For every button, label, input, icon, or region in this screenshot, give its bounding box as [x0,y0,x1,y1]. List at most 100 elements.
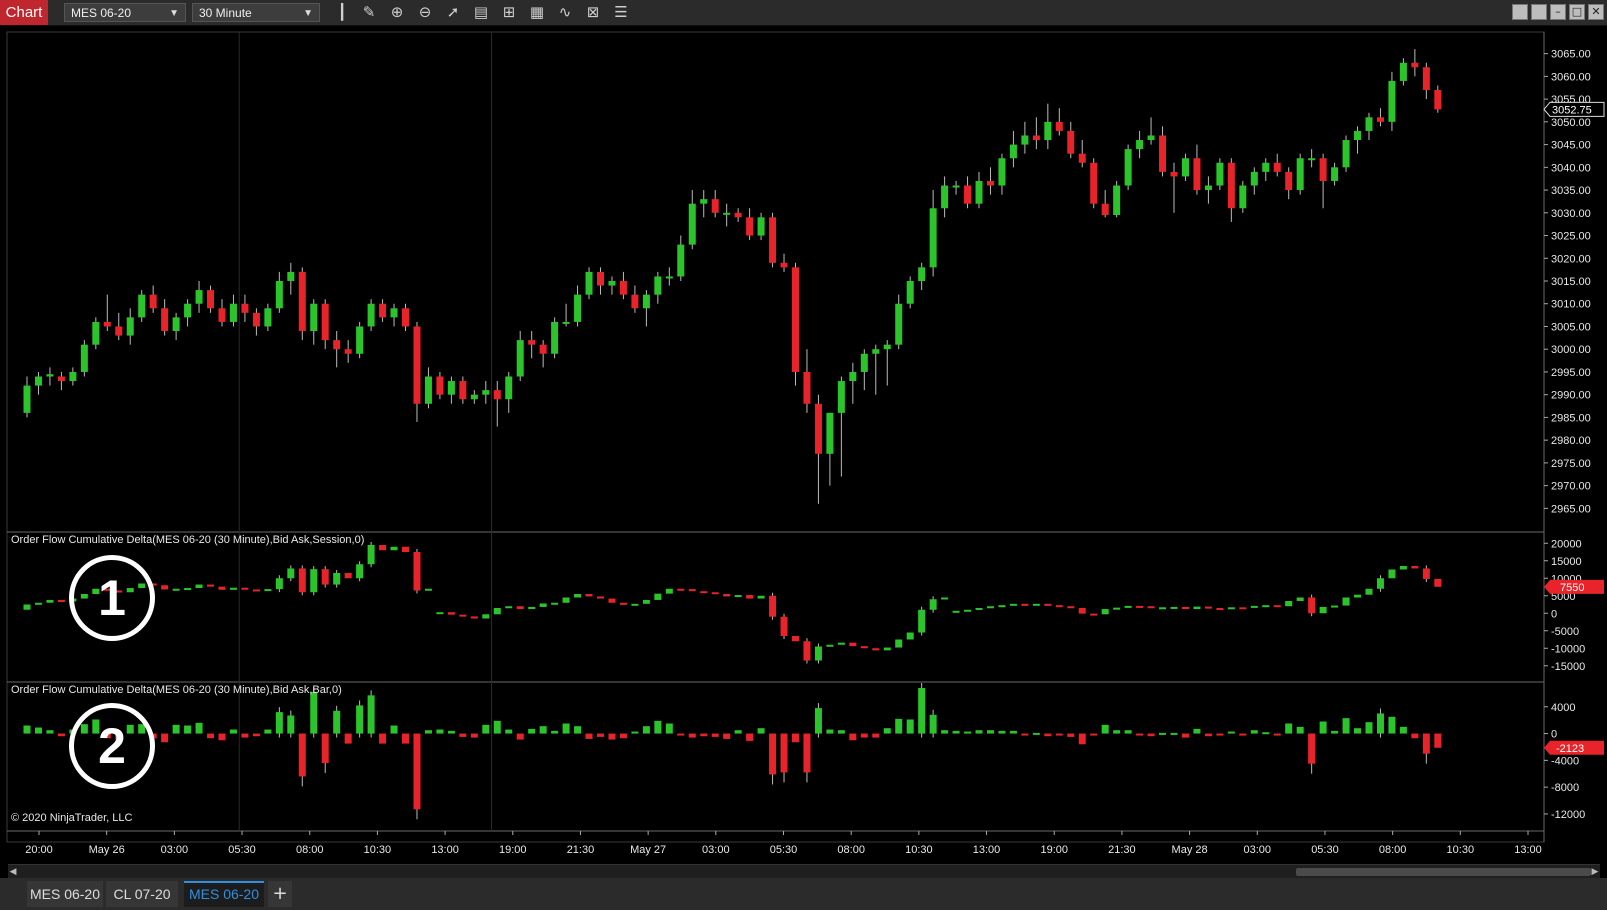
cd-session-candle [688,589,696,592]
properties-icon[interactable]: ☰ [610,3,632,22]
cd-session-candle [459,614,467,617]
chart-area[interactable]: 3065.00 3060.00 3055.00 3050.00 3045.00 3040.… [0,26,1607,864]
cd-session-last-tag: 7550 [1544,579,1604,594]
cd-bar-candle [1342,718,1350,734]
price-candle [1285,171,1293,191]
cd-bar-candle [918,688,926,734]
cd-session-candle [482,614,490,619]
scroll-right-icon[interactable]: ▶ [1590,865,1600,879]
templates-icon[interactable]: ⊠ [582,3,604,22]
price-candle [1078,153,1086,163]
cd-session-candle [1067,606,1075,609]
cd-session-candle [195,584,203,589]
cd-session-candle [379,545,387,551]
indicators-icon[interactable]: ▦ [526,3,548,22]
cd-bar-candle [757,728,765,734]
cd-session-candle [619,602,627,605]
price-y-tick-label: 2980.00 [1551,435,1591,447]
price-candle [551,321,559,354]
cd-session-candle [424,588,432,591]
cd-session-candle [906,632,914,640]
price-candle [918,267,926,281]
price-candle [1044,121,1052,141]
cd-bar-candle [1227,731,1235,734]
cd-session-candle [1354,594,1362,598]
cd-bar-candle [688,733,696,738]
strategies-icon[interactable]: ∿ [554,3,576,22]
cd-bar-candle [723,733,731,739]
cd-bar-candle [413,733,421,810]
price-candle [631,294,639,309]
price-candle [241,303,249,313]
cd-bar-candle [929,714,937,734]
minimize-icon[interactable]: – [1550,4,1566,20]
price-candle [791,267,799,372]
tab-cl-07-20[interactable]: CL 07-20 [106,881,178,907]
cd-session-candle [608,598,616,603]
cd-bar-candle [1354,728,1362,734]
add-tab-icon[interactable]: + [268,881,292,907]
cd-session-candle [1032,603,1040,606]
cd-session-candle [1147,606,1155,609]
cd-session-candle [344,573,352,579]
price-candle [103,321,111,327]
x-tick-label: 08:00 [1379,844,1407,856]
cd-bar-candle [562,723,570,734]
restore-right-icon[interactable] [1531,4,1547,20]
pointer-icon[interactable]: ➚ [442,3,464,22]
zoom-in-icon[interactable]: ⊕ [386,3,408,22]
cd-bar-candle [264,729,272,734]
tab-mes-06-20-active[interactable]: MES 06-20 [184,881,264,907]
close-icon[interactable]: ✕ [1588,4,1604,20]
bar-type-icon[interactable]: ┃ [331,3,353,22]
cd-bar-candle [1193,728,1201,734]
cd-bar-candle [872,733,880,738]
cd-session-candle [34,602,42,605]
cd-session-y-tick-label: 0 [1551,608,1557,620]
cd-bar-candle [424,730,432,734]
cd-bar-candle [333,710,341,734]
price-candle [310,303,318,332]
cd-bar-candle [1009,730,1017,734]
cd-bar-candle [321,733,329,764]
cd-session-candle [310,569,318,593]
cd-session-candle [1422,568,1430,579]
cd-session-label: Order Flow Cumulative Delta(MES 06-20 (3… [11,534,364,546]
cd-session-candle [654,593,662,600]
price-candle [413,326,421,404]
scroll-left-icon[interactable]: ◀ [8,865,18,879]
data-box-icon[interactable]: ▤ [470,3,492,22]
cd-bar-candle [1319,721,1327,734]
cd-bar-candle [780,733,788,773]
zoom-out-icon[interactable]: ⊖ [414,3,436,22]
maximize-icon[interactable]: □ [1569,4,1585,20]
price-candle [528,340,536,345]
chart-canvas[interactable]: 3065.003060.003055.003050.003045.003040.… [0,26,1607,864]
cd-bar-candle [229,729,237,734]
timeframe-selector[interactable]: 30 Minute ▼ [192,3,320,22]
cd-session-candle [780,616,788,636]
chart-frame [6,31,1545,843]
cd-session-candle [872,648,880,651]
cd-bar-candle [711,733,719,737]
cd-session-candle [562,597,570,603]
cd-bar-candle [493,720,501,734]
chart-trader-icon[interactable]: ⊞ [498,3,520,22]
instrument-selector[interactable]: MES 06-20 ▼ [64,3,186,22]
pencil-icon[interactable]: ✎ [358,3,380,22]
price-candle [677,244,685,277]
horizontal-scrollbar[interactable]: ◀ ▶ [8,864,1600,879]
cd-session-candle [275,578,283,590]
tab-mes-06-20[interactable]: MES 06-20 [27,881,103,907]
price-candle [138,294,146,318]
cd-bar-candle [975,730,983,734]
cd-session-candle [952,610,960,613]
price-y-tick-label: 3050.00 [1551,117,1591,129]
scroll-thumb[interactable] [1296,868,1591,876]
cd-session-candle [356,564,364,579]
restore-left-icon[interactable] [1512,4,1528,20]
cd-session-candle [1124,605,1132,608]
price-candle [161,308,169,332]
price-candle [23,385,31,413]
price-candle [149,294,157,309]
